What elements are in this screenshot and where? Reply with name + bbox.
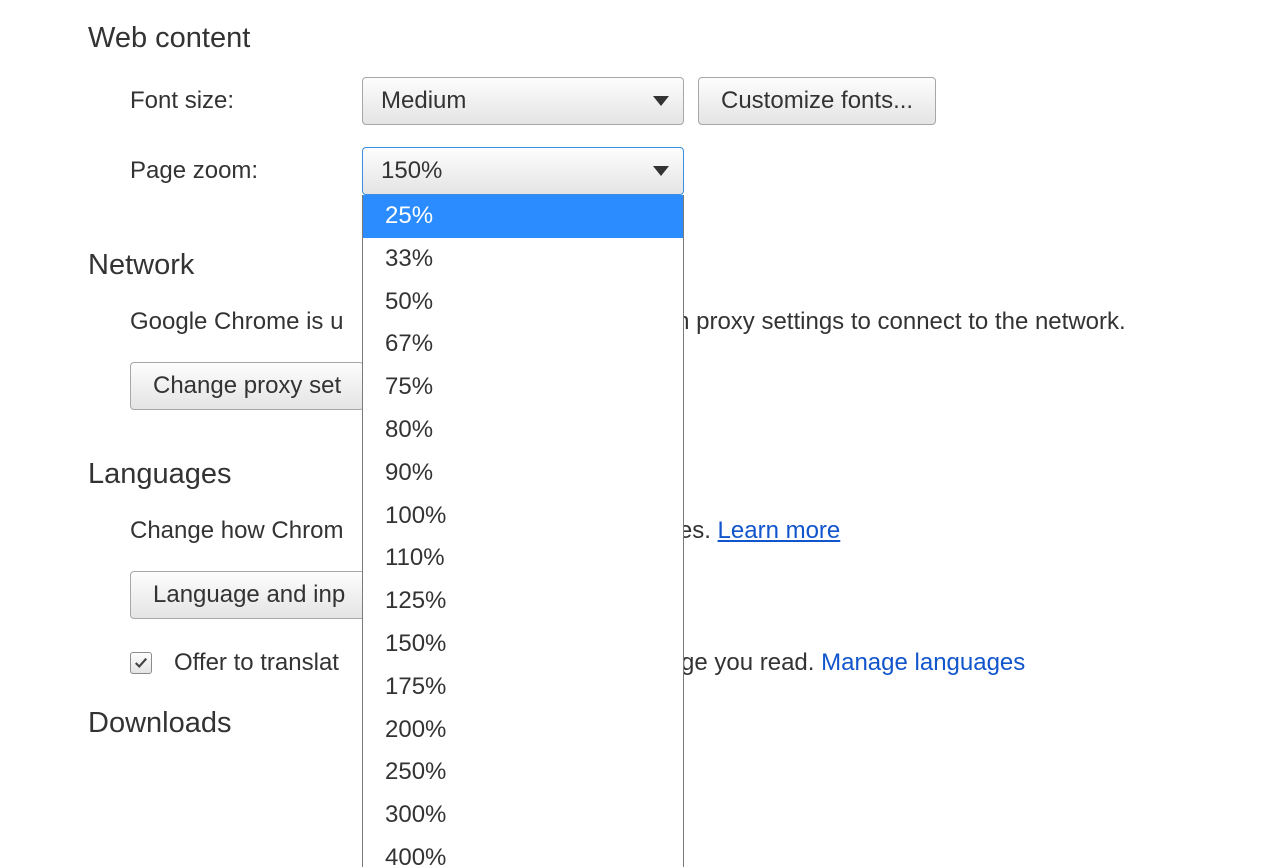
- page-zoom-option[interactable]: 50%: [363, 281, 683, 324]
- chevron-down-icon: [653, 96, 669, 106]
- learn-more-link[interactable]: Learn more: [718, 517, 841, 544]
- page-zoom-dropdown[interactable]: 25%33%50%67%75%80%90%100%110%125%150%175…: [362, 195, 684, 867]
- page-zoom-option[interactable]: 100%: [363, 495, 683, 538]
- chevron-down-icon: [653, 166, 669, 176]
- page-zoom-option[interactable]: 80%: [363, 409, 683, 452]
- page-zoom-value: 150%: [381, 157, 442, 185]
- page-zoom-option[interactable]: 25%: [363, 195, 683, 238]
- page-zoom-select[interactable]: 150%: [362, 147, 684, 195]
- page-zoom-option[interactable]: 125%: [363, 580, 683, 623]
- page-zoom-option[interactable]: 175%: [363, 666, 683, 709]
- page-zoom-option[interactable]: 67%: [363, 323, 683, 366]
- page-zoom-label: Page zoom:: [130, 157, 362, 185]
- page-zoom-option[interactable]: 75%: [363, 366, 683, 409]
- page-zoom-option[interactable]: 90%: [363, 452, 683, 495]
- page-zoom-option[interactable]: 400%: [363, 837, 683, 867]
- font-size-value: Medium: [381, 87, 466, 115]
- page-zoom-option[interactable]: 33%: [363, 238, 683, 281]
- page-zoom-option[interactable]: 250%: [363, 751, 683, 794]
- page-zoom-option[interactable]: 300%: [363, 794, 683, 837]
- font-size-label: Font size:: [130, 87, 362, 115]
- customize-fonts-button[interactable]: Customize fonts...: [698, 77, 936, 125]
- languages-description: Change how Chromguages. Learn more: [130, 513, 1268, 549]
- page-zoom-option[interactable]: 150%: [363, 623, 683, 666]
- offer-translate-checkbox[interactable]: [130, 652, 152, 674]
- font-size-select[interactable]: Medium: [362, 77, 684, 125]
- network-description: Google Chrome is um proxy settings to co…: [130, 304, 1268, 340]
- manage-languages-link[interactable]: Manage languages: [821, 649, 1025, 676]
- change-proxy-settings-button[interactable]: Change proxy set: [130, 362, 364, 410]
- checkmark-icon: [134, 656, 148, 670]
- page-zoom-option[interactable]: 200%: [363, 709, 683, 752]
- page-zoom-option[interactable]: 110%: [363, 537, 683, 580]
- language-input-settings-button[interactable]: Language and inp: [130, 571, 368, 619]
- web-content-heading: Web content: [88, 22, 1268, 55]
